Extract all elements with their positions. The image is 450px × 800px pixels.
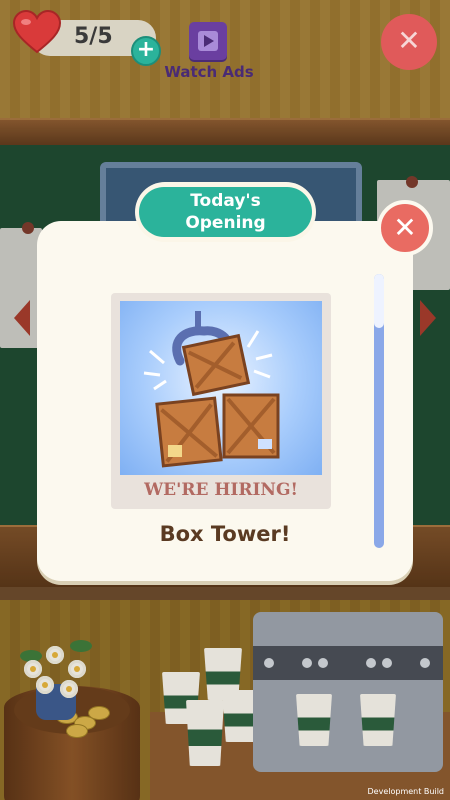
- video-icon[interactable]: [189, 22, 227, 60]
- close-button[interactable]: ✕: [381, 14, 437, 70]
- close-icon: ✕: [393, 211, 417, 244]
- modal-title-text: Today's Opening: [185, 191, 266, 233]
- opening-item-name: Box Tower!: [159, 522, 291, 546]
- modal-title: Today's Opening: [139, 187, 312, 237]
- heart-icon: [12, 10, 62, 54]
- plus-icon: +: [136, 37, 156, 62]
- box-tower-illustration: [120, 301, 322, 475]
- add-lives-button[interactable]: +: [131, 36, 161, 66]
- modal-close-button[interactable]: ✕: [377, 200, 433, 256]
- hiring-caption: WE'RE HIRING!: [144, 480, 298, 500]
- watch-ads-button[interactable]: Watch Ads: [164, 63, 254, 81]
- play-icon: [198, 31, 218, 51]
- scrollbar-thumb[interactable]: [374, 274, 384, 328]
- lives-text: 5/5: [74, 24, 113, 49]
- box-tower-art: [143, 311, 280, 468]
- development-build-label: Development Build: [367, 787, 444, 796]
- close-icon: ✕: [397, 24, 421, 57]
